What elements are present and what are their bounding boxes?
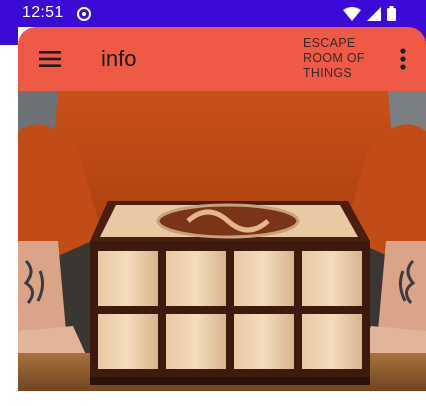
screen-corner <box>0 27 18 45</box>
notification-icon <box>77 7 91 21</box>
status-icons <box>343 6 396 21</box>
status-bar: 12:51 <box>0 0 426 27</box>
overflow-menu-icon[interactable] <box>396 47 410 71</box>
escape-room-action-button[interactable]: ESCAPE ROOM OF THINGS <box>303 36 381 81</box>
battery-icon <box>387 6 396 21</box>
signal-icon <box>367 6 381 21</box>
bottom-strip <box>0 391 426 406</box>
wifi-icon <box>343 6 361 21</box>
puzzle-box-photo <box>18 91 426 391</box>
page-title: info <box>101 46 137 71</box>
menu-icon[interactable] <box>38 47 62 71</box>
app-bar: info ESCAPE ROOM OF THINGS <box>18 27 426 91</box>
status-time: 12:51 <box>22 4 64 21</box>
hero-image <box>18 91 426 391</box>
